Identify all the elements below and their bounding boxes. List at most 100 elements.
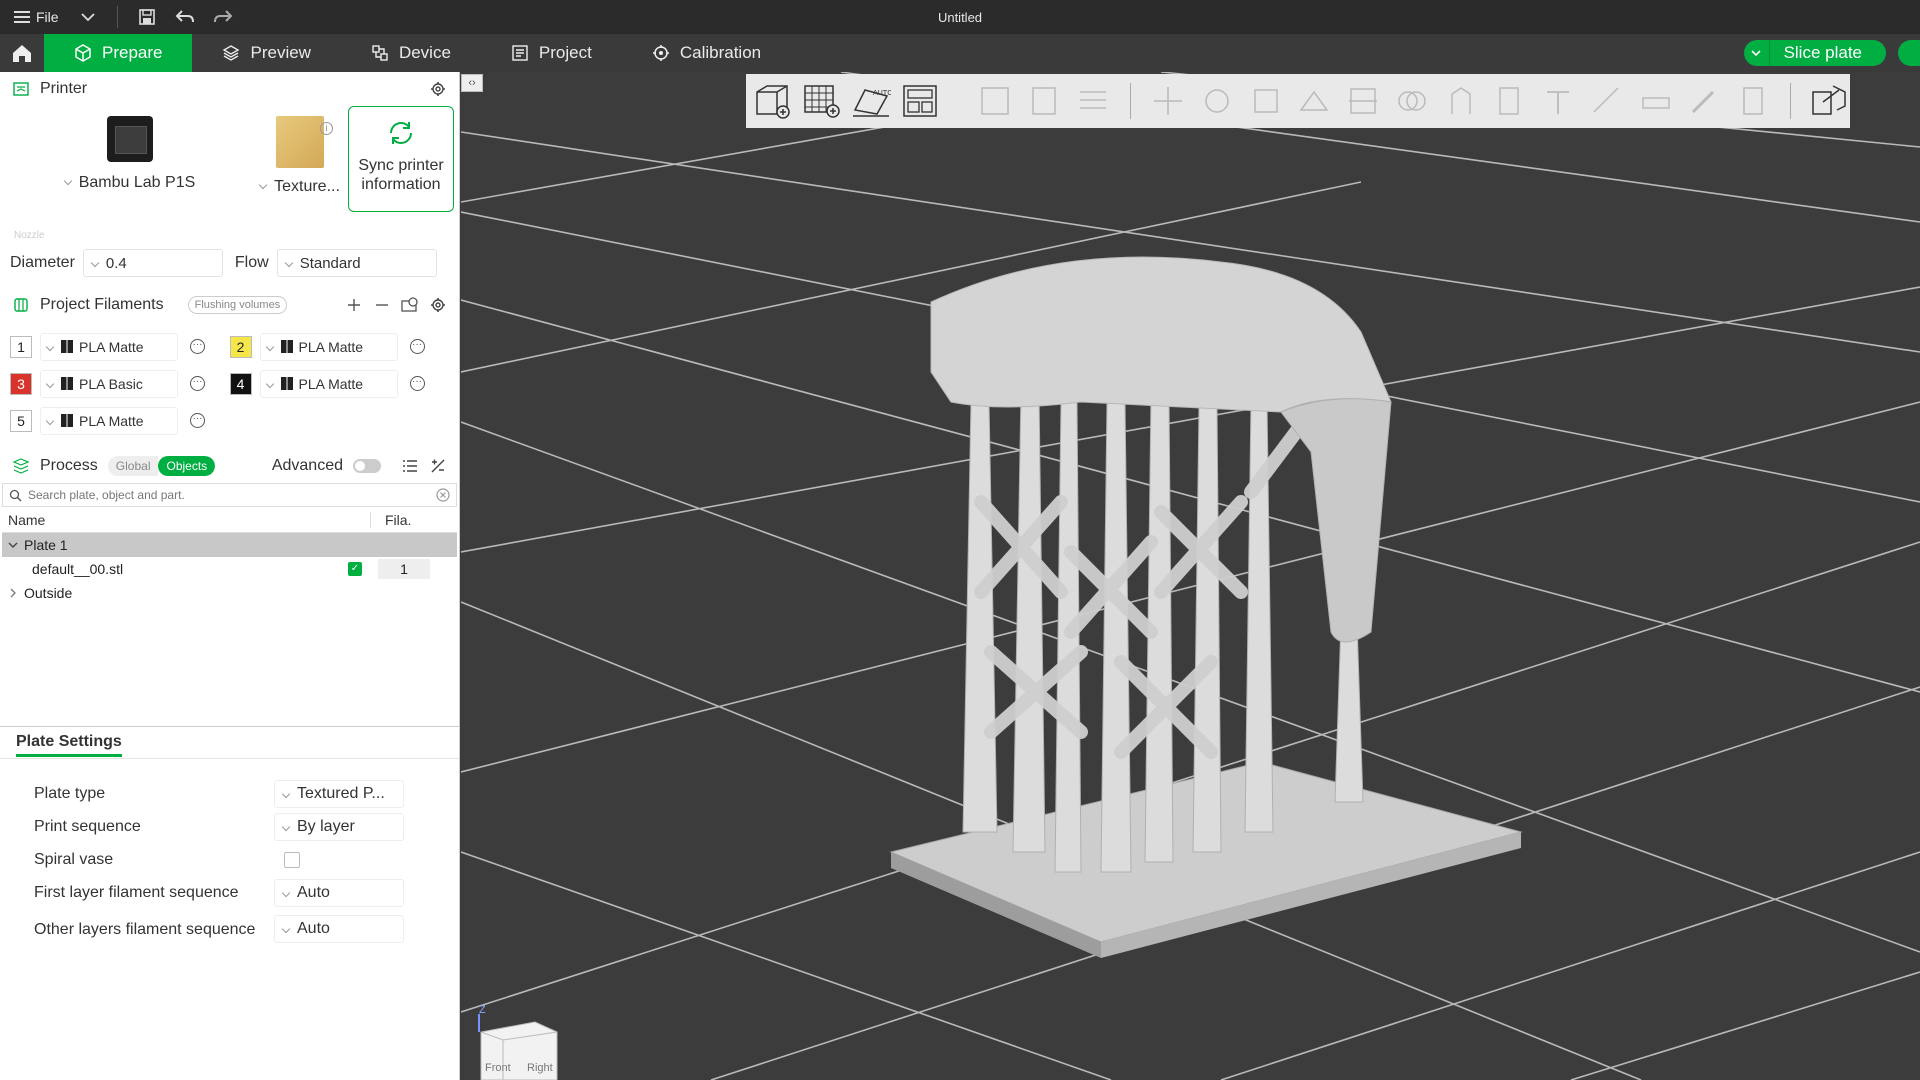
- tab-calibration[interactable]: Calibration: [622, 34, 791, 72]
- text-emboss-icon[interactable]: [1537, 79, 1580, 123]
- compare-icon[interactable]: [429, 457, 447, 475]
- more-options-icon[interactable]: ···: [190, 376, 205, 391]
- object-search-input[interactable]: Search plate, object and part.: [28, 488, 430, 502]
- global-toggle-option[interactable]: Global: [107, 456, 159, 476]
- info-icon[interactable]: i: [320, 122, 333, 135]
- assembly-icon[interactable]: [1634, 79, 1677, 123]
- filament-preset-dropdown[interactable]: PLA Matte: [40, 332, 178, 361]
- home-button[interactable]: [0, 34, 44, 72]
- filament-slot-1[interactable]: 1 PLA Matte ···: [10, 332, 230, 361]
- tab-calibration-label: Calibration: [679, 43, 762, 62]
- filament-color-swatch[interactable]: 2: [229, 335, 252, 358]
- support-painting-icon[interactable]: [1439, 79, 1482, 123]
- more-options-icon[interactable]: ···: [190, 339, 205, 354]
- tab-prepare[interactable]: Prepare: [44, 34, 193, 72]
- add-object-icon[interactable]: [752, 79, 795, 123]
- object-search-field[interactable]: Search plate, object and part.: [2, 483, 457, 507]
- filament-preset-dropdown[interactable]: PLA Matte: [259, 332, 398, 361]
- seam-painting-icon[interactable]: [1488, 79, 1531, 123]
- collapse-sidebar-button[interactable]: ‹›: [461, 74, 483, 92]
- explode-view-icon[interactable]: [1807, 79, 1850, 123]
- print-dropdown-button[interactable]: [1898, 40, 1920, 66]
- redo-icon[interactable]: [204, 0, 242, 34]
- slice-dropdown-button[interactable]: [1744, 40, 1770, 66]
- add-plate-icon[interactable]: [801, 79, 844, 123]
- move-icon[interactable]: [1147, 79, 1190, 123]
- lay-on-face-icon[interactable]: [1293, 79, 1336, 123]
- chevron-right-icon[interactable]: [10, 588, 16, 598]
- other-layers-sequence-dropdown[interactable]: Auto: [274, 915, 404, 943]
- more-options-icon[interactable]: ···: [409, 339, 425, 354]
- object-filament-selector[interactable]: 1: [378, 559, 430, 579]
- filament-preset-dropdown[interactable]: PLA Basic: [40, 369, 178, 398]
- tab-project[interactable]: Project: [481, 34, 622, 72]
- scale-icon[interactable]: [1244, 79, 1287, 123]
- clear-search-icon[interactable]: [436, 488, 450, 502]
- color-painting-icon[interactable]: [1683, 79, 1726, 123]
- plate-type-selector[interactable]: Texture...: [250, 116, 350, 196]
- rotate-icon[interactable]: [1196, 79, 1239, 123]
- visible-checkbox[interactable]: ✓: [348, 562, 362, 576]
- view-cube[interactable]: Z Front Right: [475, 1004, 595, 1080]
- diameter-dropdown[interactable]: 0.4: [82, 249, 223, 277]
- plate-settings-tabbar: Plate Settings: [0, 727, 459, 759]
- chevron-down-icon[interactable]: [8, 541, 18, 549]
- column-fila[interactable]: Fila.: [371, 512, 457, 528]
- split-objects-icon[interactable]: [974, 79, 1017, 123]
- sync-printer-button[interactable]: Sync printer information: [348, 106, 454, 212]
- auto-orient-icon[interactable]: AUTO: [849, 79, 892, 123]
- filament-slot-2[interactable]: 2 PLA Matte ···: [229, 332, 450, 361]
- filament-slot-3[interactable]: 3 PLA Basic ···: [10, 369, 230, 398]
- filament-color-swatch[interactable]: 3: [10, 372, 32, 395]
- filament-color-swatch[interactable]: 1: [10, 335, 32, 358]
- printer-section-header: Printer: [0, 72, 459, 106]
- save-icon[interactable]: [128, 0, 166, 34]
- tree-row-object[interactable]: default__00.stl ✓ 1: [2, 557, 457, 581]
- ams-sync-icon[interactable]: [401, 296, 419, 314]
- cut-icon[interactable]: [1342, 79, 1385, 123]
- printer-selector[interactable]: Bambu Lab P1S: [50, 116, 210, 192]
- filament-preset-dropdown[interactable]: PLA Matte: [40, 406, 178, 435]
- more-options-icon[interactable]: ···: [190, 413, 205, 428]
- layer-range-icon[interactable]: [1071, 79, 1114, 123]
- printer-settings-gear-icon[interactable]: [429, 80, 447, 98]
- tab-preview[interactable]: Preview: [192, 34, 340, 72]
- window-title: Untitled: [937, 9, 983, 25]
- flow-dropdown[interactable]: Standard: [276, 249, 437, 277]
- plate-type-dropdown[interactable]: Textured P...: [274, 779, 404, 808]
- advanced-switch[interactable]: [353, 459, 381, 473]
- undo-icon[interactable]: [166, 0, 204, 34]
- split-parts-icon[interactable]: [1023, 79, 1066, 123]
- tab-plate-settings[interactable]: Plate Settings: [16, 727, 122, 757]
- mesh-boolean-icon[interactable]: [1391, 79, 1434, 123]
- add-icon[interactable]: [345, 296, 363, 314]
- plate-type-value: Textured P...: [297, 784, 385, 802]
- spiral-vase-checkbox[interactable]: [284, 851, 300, 868]
- filament-slot-4[interactable]: 4 PLA Matte ···: [229, 369, 450, 398]
- list-icon[interactable]: [401, 457, 419, 475]
- file-menu[interactable]: File: [0, 0, 69, 34]
- arrange-icon[interactable]: [898, 79, 941, 123]
- filament-color-swatch[interactable]: 5: [10, 409, 32, 432]
- print-sequence-dropdown[interactable]: By layer: [274, 812, 404, 841]
- tree-row-outside[interactable]: Outside: [2, 581, 457, 605]
- 3d-viewport[interactable]: Z Front Right: [461, 72, 1920, 1080]
- variable-layer-height-icon[interactable]: [1732, 79, 1775, 123]
- tree-row-plate[interactable]: Plate 1: [2, 533, 457, 557]
- view-cube-right[interactable]: Right: [527, 1062, 553, 1074]
- filament-preset-dropdown[interactable]: PLA Matte: [259, 369, 398, 398]
- more-options-icon[interactable]: ···: [409, 376, 425, 391]
- tab-device[interactable]: Device: [341, 34, 481, 72]
- measure-icon[interactable]: [1585, 79, 1628, 123]
- objects-toggle-option[interactable]: Objects: [158, 456, 216, 476]
- column-name[interactable]: Name: [2, 511, 371, 528]
- flushing-volumes-button[interactable]: Flushing volumes: [187, 296, 288, 314]
- filament-color-swatch[interactable]: 4: [229, 372, 252, 395]
- filament-settings-gear-icon[interactable]: [429, 296, 447, 314]
- remove-icon[interactable]: [373, 296, 391, 314]
- filament-slot-5[interactable]: 5 PLA Matte ···: [10, 406, 242, 435]
- chevron-down-icon[interactable]: [69, 0, 107, 34]
- view-cube-front[interactable]: Front: [485, 1062, 511, 1074]
- slice-plate-button[interactable]: Slice plate: [1770, 40, 1886, 66]
- first-layer-sequence-dropdown[interactable]: Auto: [274, 878, 404, 907]
